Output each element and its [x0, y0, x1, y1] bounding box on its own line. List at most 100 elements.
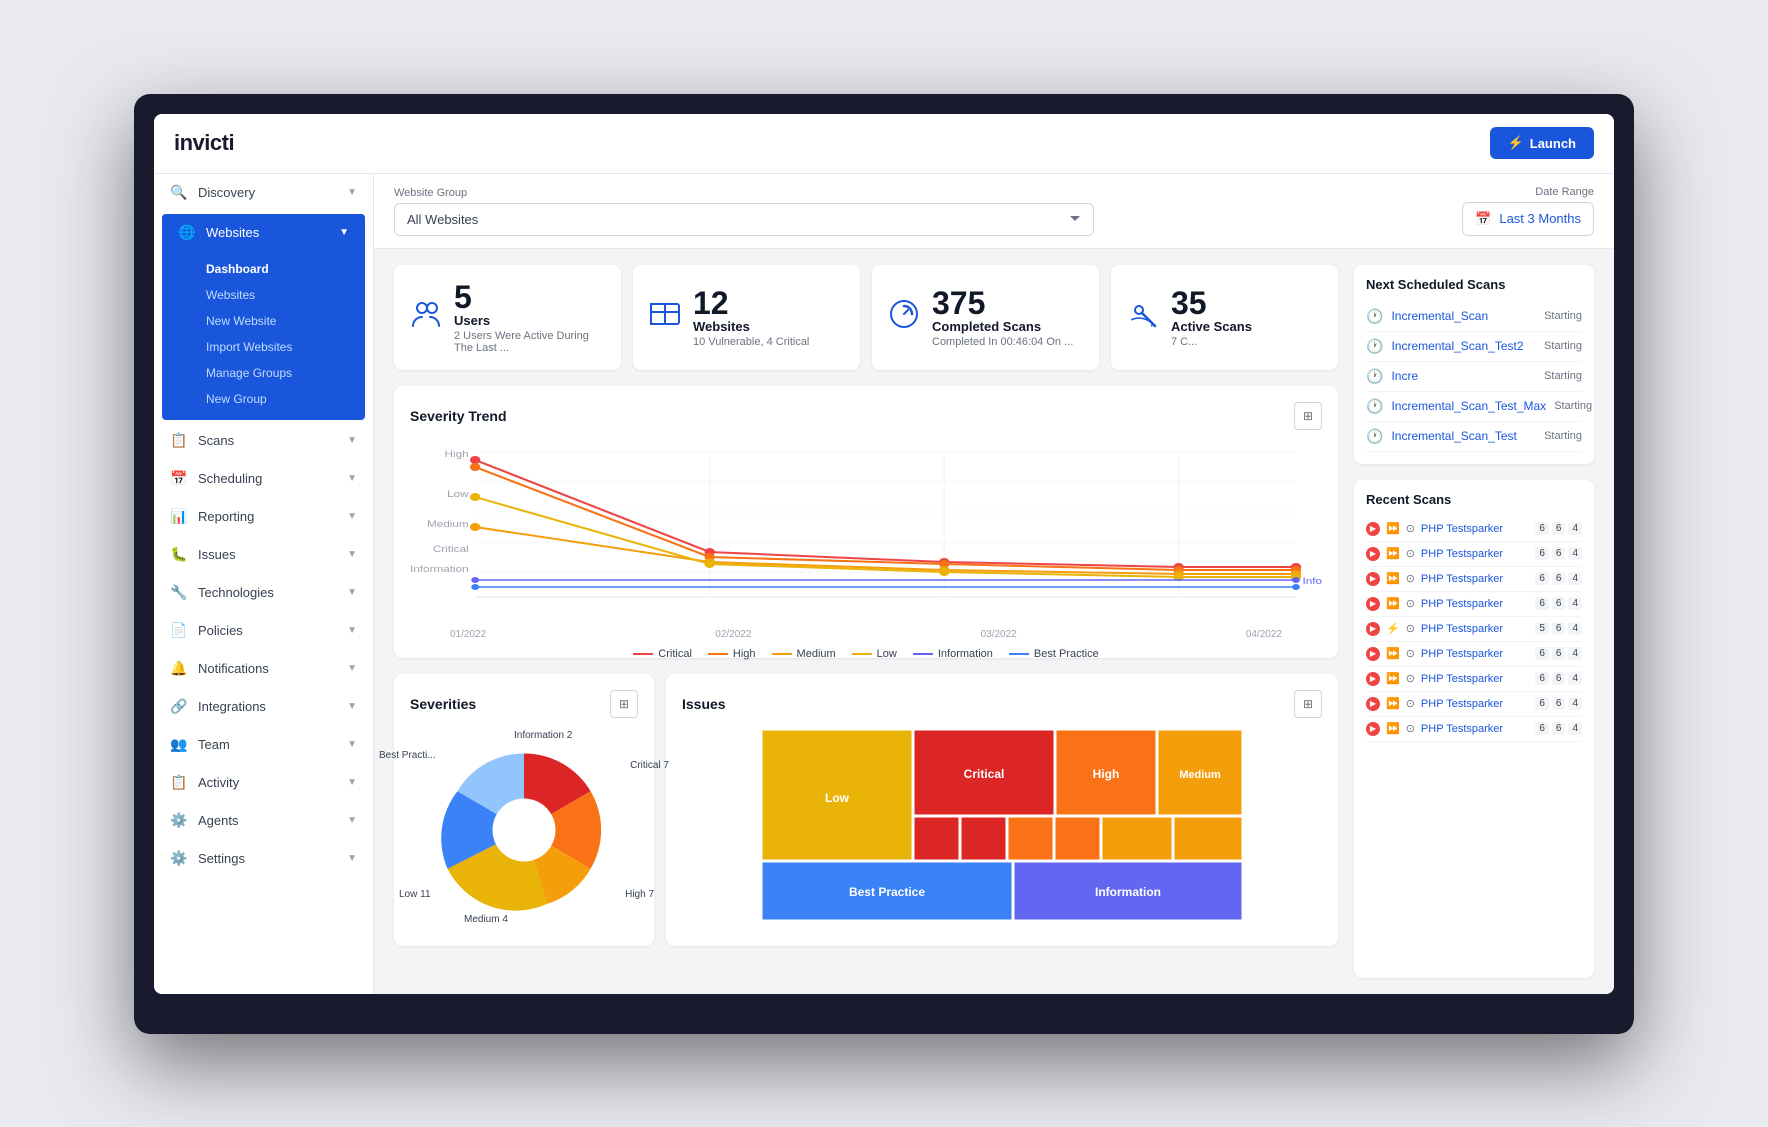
severity-trend-grid-btn[interactable]: ⊞: [1294, 402, 1322, 430]
sidebar-item-activity[interactable]: 📋 Activity ▼: [154, 764, 373, 802]
trend-chart-svg: High Low Medium Critical Information: [410, 442, 1322, 622]
scan-badges-1: 6 6 4: [1535, 547, 1582, 560]
scan-indicator-7: ▶: [1366, 697, 1380, 711]
sub-nav-new-group[interactable]: New Group: [162, 386, 365, 412]
stat-card-websites: 12 Websites 10 Vulnerable, 4 Critical: [633, 265, 860, 370]
sidebar-item-discovery[interactable]: 🔍 Discovery ▼: [154, 174, 373, 212]
sidebar-item-agents[interactable]: ⚙️ Agents ▼: [154, 802, 373, 840]
scan-name-3[interactable]: Incre: [1391, 369, 1536, 383]
chevron-icon: ▼: [347, 777, 357, 788]
badge-b2-2: 6: [1552, 572, 1566, 585]
recent-scan-name-7[interactable]: PHP Testsparker: [1421, 698, 1529, 710]
date-range-control: Date Range 📅 Last 3 Months: [1462, 186, 1594, 236]
svg-text:Critical: Critical: [964, 767, 1005, 781]
sidebar-item-policies[interactable]: 📄 Policies ▼: [154, 612, 373, 650]
badge-b3-5: 4: [1568, 647, 1582, 660]
settings-icon: ⚙️: [170, 850, 188, 868]
active-scans-icon: [1127, 298, 1159, 337]
issues-title: Issues: [682, 696, 726, 712]
integrations-icon: 🔗: [170, 698, 188, 716]
scan-badges-7: 6 6 4: [1535, 697, 1582, 710]
badge-b3-4: 4: [1568, 622, 1582, 635]
svg-text:Information: Information: [1302, 577, 1322, 586]
sidebar-item-settings[interactable]: ⚙️ Settings ▼: [154, 840, 373, 878]
scan-name-5[interactable]: Incremental_Scan_Test: [1391, 429, 1536, 443]
badge-b3-8: 4: [1568, 722, 1582, 735]
legend-high: High: [708, 648, 756, 660]
completed-scans-sub: Completed In 00:46:04 On ...: [932, 336, 1073, 348]
sub-nav-websites[interactable]: Websites: [162, 282, 365, 308]
sidebar-item-scheduling[interactable]: 📅 Scheduling ▼: [154, 460, 373, 498]
team-icon: 👥: [170, 736, 188, 754]
badge-b1-5: 6: [1535, 647, 1549, 660]
stat-cards: 5 Users 2 Users Were Active During The L…: [394, 265, 1338, 370]
sidebar-item-technologies[interactable]: 🔧 Technologies ▼: [154, 574, 373, 612]
badge-b1-4: 5: [1535, 622, 1549, 635]
sidebar-item-websites[interactable]: 🌐 Websites ▼: [162, 214, 365, 252]
website-group-select[interactable]: All Websites: [394, 203, 1094, 236]
svg-text:High: High: [445, 450, 469, 459]
active-scans-label: Active Scans: [1171, 319, 1252, 334]
legend-information-line: [913, 653, 933, 655]
scheduled-scans-card: Next Scheduled Scans 🕐 Incremental_Scan …: [1354, 265, 1594, 464]
recent-scan-name-5[interactable]: PHP Testsparker: [1421, 648, 1529, 660]
issues-card: Issues ⊞ Low: [666, 674, 1338, 946]
issues-grid-btn[interactable]: ⊞: [1294, 690, 1322, 718]
severities-grid-btn[interactable]: ⊞: [610, 690, 638, 718]
app-logo: invicti: [174, 130, 234, 156]
x-label-3: 03/2022: [981, 629, 1017, 640]
sidebar-item-issues[interactable]: 🐛 Issues ▼: [154, 536, 373, 574]
badge-b3-2: 4: [1568, 572, 1582, 585]
scan-clock-icon: 🕐: [1366, 308, 1383, 325]
badge-b2-5: 6: [1552, 647, 1566, 660]
date-range-label: Date Range: [1462, 186, 1594, 198]
recent-scan-name-4[interactable]: PHP Testsparker: [1421, 623, 1529, 635]
scheduled-scan-item-3: 🕐 Incre Starting: [1366, 362, 1582, 392]
badge-b2-4: 6: [1552, 622, 1566, 635]
right-panel: Next Scheduled Scans 🕐 Incremental_Scan …: [1354, 265, 1594, 978]
scan-name-1[interactable]: Incremental_Scan: [1391, 309, 1536, 323]
chart-legend: Critical High Medium: [410, 648, 1322, 660]
recent-scan-name-0[interactable]: PHP Testsparker: [1421, 523, 1529, 535]
treemap-svg: Low Critical High: [682, 730, 1322, 920]
badge-b3-1: 4: [1568, 547, 1582, 560]
scan-name-2[interactable]: Incremental_Scan_Test2: [1391, 339, 1536, 353]
recent-scan-name-8[interactable]: PHP Testsparker: [1421, 723, 1529, 735]
recent-scan-name-1[interactable]: PHP Testsparker: [1421, 548, 1529, 560]
sub-nav-dashboard[interactable]: Dashboard: [162, 256, 365, 282]
recent-scan-name-2[interactable]: PHP Testsparker: [1421, 573, 1529, 585]
completed-scans-label: Completed Scans: [932, 319, 1073, 334]
date-range-picker[interactable]: 📅 Last 3 Months: [1462, 202, 1594, 236]
scan-name-4[interactable]: Incremental_Scan_Test_Max: [1391, 399, 1546, 413]
sidebar-item-scans[interactable]: 📋 Scans ▼: [154, 422, 373, 460]
svg-text:Information: Information: [1095, 885, 1161, 899]
legend-best-practice: Best Practice: [1009, 648, 1099, 660]
sidebar-item-notifications[interactable]: 🔔 Notifications ▼: [154, 650, 373, 688]
sidebar-item-integrations[interactable]: 🔗 Integrations ▼: [154, 688, 373, 726]
sub-nav-import-websites[interactable]: Import Websites: [162, 334, 365, 360]
recent-scan-name-6[interactable]: PHP Testsparker: [1421, 673, 1529, 685]
svg-text:High: High: [1093, 767, 1120, 781]
svg-text:Low: Low: [447, 490, 469, 499]
sidebar-item-team[interactable]: 👥 Team ▼: [154, 726, 373, 764]
laptop-frame: invicti ⚡ Launch 🔍 Discovery ▼: [134, 94, 1634, 1034]
sub-nav-new-website[interactable]: New Website: [162, 308, 365, 334]
website-group-control: Website Group All Websites: [394, 187, 1094, 236]
chevron-icon: ▼: [347, 815, 357, 826]
scan-status-3: Starting: [1544, 370, 1582, 382]
legend-critical-line: [633, 653, 653, 655]
recent-scan-name-3[interactable]: PHP Testsparker: [1421, 598, 1529, 610]
chevron-icon: ▼: [347, 663, 357, 674]
sub-nav-manage-groups[interactable]: Manage Groups: [162, 360, 365, 386]
recent-scan-0: ▶ ⏩ ⊙ PHP Testsparker 6 6 4: [1366, 517, 1582, 542]
sidebar-item-reporting[interactable]: 📊 Reporting ▼: [154, 498, 373, 536]
completed-scans-count: 375: [932, 287, 1073, 319]
websites-count: 12: [693, 287, 809, 319]
discovery-icon: 🔍: [170, 184, 188, 202]
legend-medium-line: [772, 653, 792, 655]
chevron-icon: ▼: [347, 853, 357, 864]
scan-badges-8: 6 6 4: [1535, 722, 1582, 735]
treemap-container: Low Critical High: [682, 730, 1322, 930]
launch-button[interactable]: ⚡ Launch: [1490, 127, 1594, 159]
bottom-row: Severities ⊞ Information 2 Best Practi..…: [394, 674, 1338, 946]
